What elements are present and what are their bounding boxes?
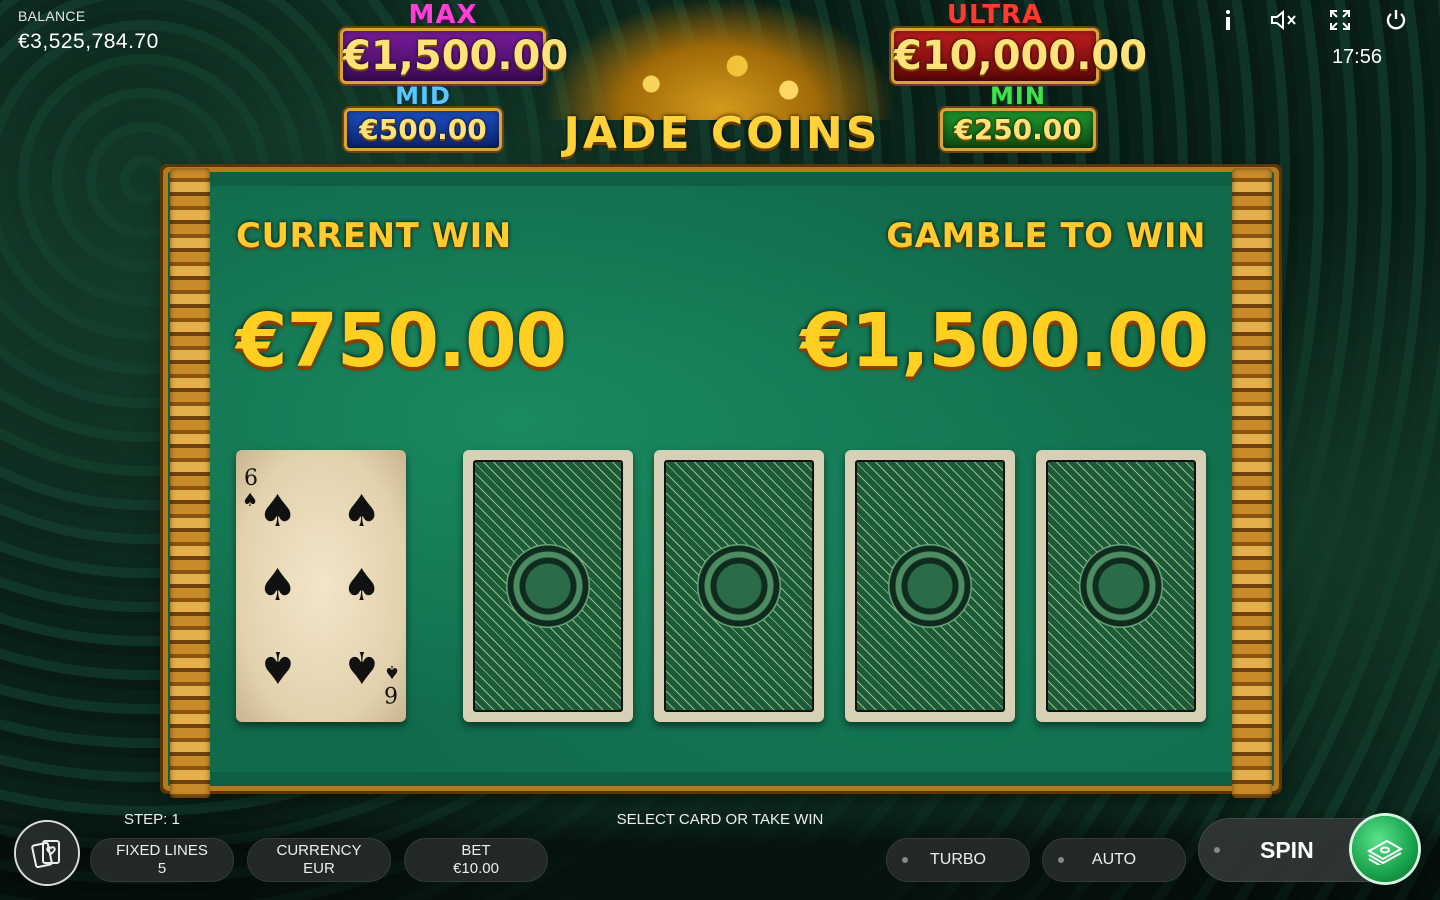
- current-win-label: CURRENT WIN: [236, 216, 512, 256]
- turbo-button[interactable]: TURBO: [886, 838, 1030, 882]
- currency-display: CURRENCY EUR: [247, 838, 391, 882]
- card-back-pattern: [473, 460, 623, 712]
- mute-icon[interactable]: [1256, 6, 1312, 34]
- jackpot-min-value: €250.00: [940, 108, 1096, 151]
- spade-pip: ♠: [258, 486, 298, 537]
- spin-label: SPIN: [1260, 837, 1314, 863]
- card-back-pattern: [1046, 460, 1196, 712]
- clock: 17:56: [1331, 46, 1382, 68]
- gamble-to-win-value: €1,500.00: [800, 298, 1209, 384]
- game-logo: JADE COINS: [563, 108, 881, 159]
- bet-selector[interactable]: BET €10.00: [404, 838, 548, 882]
- card-choice-2[interactable]: [654, 450, 824, 722]
- card-choice-3[interactable]: [845, 450, 1015, 722]
- take-win-button[interactable]: [1352, 816, 1418, 882]
- spin-button[interactable]: SPIN: [1198, 816, 1420, 882]
- auto-indicator: [1058, 857, 1064, 863]
- turbo-label: TURBO: [930, 851, 986, 868]
- card-suit-top: ♠: [242, 490, 259, 511]
- spade-pip: ♠: [342, 486, 382, 537]
- step-indicator: STEP: 1: [124, 811, 180, 828]
- emblem-icon: [697, 544, 781, 628]
- emblem-icon: [888, 544, 972, 628]
- fixed-lines-display: FIXED LINES 5: [90, 838, 234, 882]
- spin-indicator: [1214, 847, 1220, 853]
- jackpot-mid: MID €500.00: [344, 84, 502, 151]
- jackpot-max-name: MAX: [408, 0, 478, 30]
- left-pillar: [170, 168, 210, 798]
- spade-pip: ♠: [258, 560, 298, 611]
- card-choice-1[interactable]: [463, 450, 633, 722]
- cards-icon: [31, 840, 60, 869]
- power-icon[interactable]: [1368, 6, 1424, 34]
- dealer-card: 6 ♠ ♠ ♠ ♠ ♠ ♠ ♠ 6 ♠: [236, 450, 406, 722]
- current-win-value: €750.00: [236, 298, 567, 384]
- jackpot-ultra: ULTRA €10,000.00: [891, 0, 1147, 84]
- spade-pip: ♠: [342, 641, 382, 692]
- fullscreen-icon[interactable]: [1312, 6, 1368, 34]
- card-rank-bottom: 6: [384, 681, 398, 706]
- card-choice-4[interactable]: [1036, 450, 1206, 722]
- jackpot-ultra-name: ULTRA: [946, 0, 1044, 30]
- bet-label: BET: [461, 842, 491, 859]
- bet-value: €10.00: [453, 860, 499, 877]
- auto-label: AUTO: [1091, 851, 1137, 868]
- currency-label: CURRENCY: [276, 842, 362, 859]
- right-pillar: [1232, 168, 1272, 798]
- emblem-icon: [1079, 544, 1163, 628]
- card-back-pattern: [664, 460, 814, 712]
- jackpot-min-name: MIN: [990, 82, 1046, 110]
- balance-display: BALANCE €3,525,784.70: [18, 8, 159, 54]
- fixed-lines-value: 5: [157, 860, 167, 877]
- jackpot-ultra-value: €10,000.00: [891, 28, 1147, 84]
- balance-label: BALANCE: [18, 8, 86, 24]
- auto-button[interactable]: AUTO: [1042, 838, 1186, 882]
- gamble-cards-button[interactable]: [16, 822, 78, 884]
- spade-pip: ♠: [258, 641, 298, 692]
- balance-value: €3,525,784.70: [18, 30, 159, 53]
- spade-pip: ♠: [342, 560, 382, 611]
- instruction-message: SELECT CARD OR TAKE WIN: [616, 811, 824, 828]
- jackpot-mid-value: €500.00: [344, 108, 502, 151]
- jackpot-min: MIN €250.00: [940, 84, 1096, 151]
- turbo-indicator: [902, 857, 908, 863]
- jackpot-mid-name: MID: [395, 82, 451, 110]
- card-suit-bottom: ♠: [383, 661, 400, 682]
- gamble-to-win-label: GAMBLE TO WIN: [886, 216, 1206, 256]
- emblem-icon: [506, 544, 590, 628]
- card-back-pattern: [855, 460, 1005, 712]
- card-rank-top: 6: [244, 466, 258, 491]
- info-icon[interactable]: [1200, 6, 1256, 34]
- cash-icon: [1366, 839, 1404, 865]
- currency-value: EUR: [303, 860, 335, 877]
- top-controls: [1200, 6, 1424, 34]
- jackpot-max: MAX €1,500.00: [340, 0, 568, 84]
- gamble-board: CURRENT WIN GAMBLE TO WIN €750.00 €1,500…: [168, 168, 1274, 798]
- fixed-lines-label: FIXED LINES: [116, 842, 208, 859]
- coin-pile-art: [548, 0, 892, 120]
- jackpot-max-value: €1,500.00: [340, 28, 568, 84]
